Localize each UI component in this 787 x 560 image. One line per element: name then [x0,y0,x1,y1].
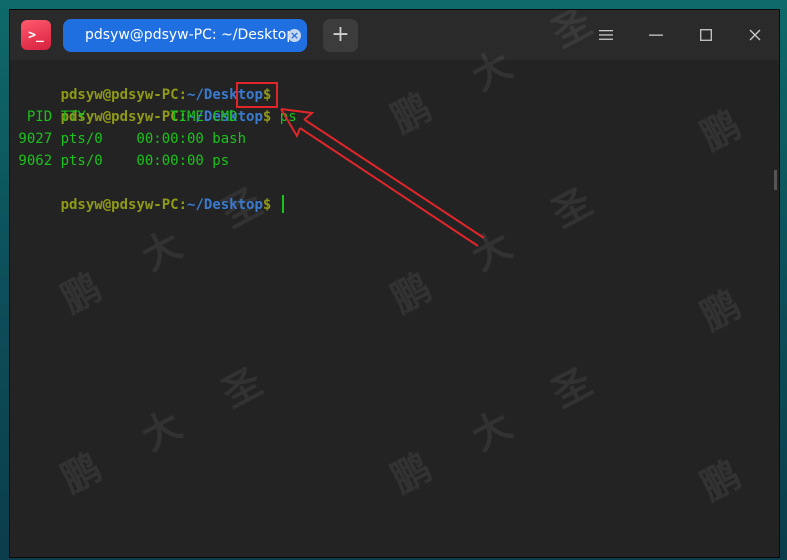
terminal-app-icon: >_ [21,20,51,50]
terminal-line-current: pdsyw@pdsyw-PC:~/Desktop$ [10,172,284,213]
watermark: 鹏 [693,452,748,509]
prompt-dollar: $ [262,109,272,125]
output-header: PID TTY TIME CMD [10,109,238,125]
prompt-path: ~/Desktop [187,197,263,213]
scrollbar[interactable] [774,170,777,190]
typed-command: ps [279,109,297,125]
minimize-icon[interactable] [642,22,670,48]
hamburger-menu-icon[interactable] [592,22,620,48]
add-tab-button[interactable]: + [323,19,358,52]
terminal-body[interactable]: 鹏 大 圣 鹏 大 圣 鹏 大 圣 鹏 鹏 鹏 大 圣 鹏 大 圣 鹏 pdsy… [10,10,779,557]
text-cursor [281,195,284,213]
output-line: 9062 pts/0 00:00:00 ps [10,153,230,169]
output-line: 9027 pts/0 00:00:00 bash [10,131,247,147]
prompt-dollar: $ [262,197,272,213]
terminal-window: >_ pdsyw@pdsyw-PC: ~/Desktop × + 鹏 大 圣 鹏… [9,9,780,558]
close-icon[interactable] [741,22,769,48]
maximize-icon[interactable] [692,22,720,48]
title-bar: >_ pdsyw@pdsyw-PC: ~/Desktop × + [10,10,779,60]
annotation-highlight-box [236,82,278,108]
tab-close-icon[interactable]: × [288,29,301,42]
terminal-line-prompt: pdsyw@pdsyw-PC:~/Desktop$ [10,62,272,103]
watermark: 鹏 [693,282,748,339]
watermark: 鹏 大 圣 [384,179,599,322]
watermark: 鹏 [693,102,748,159]
watermark: 鹏 大 圣 [54,359,269,502]
tab-title: pdsyw@pdsyw-PC: ~/Desktop [85,27,296,43]
tab-terminal[interactable]: pdsyw@pdsyw-PC: ~/Desktop × [63,19,307,52]
watermark: 鹏 大 圣 [384,359,599,502]
prompt-colon: : [178,197,188,213]
prompt-user: pdsyw@pdsyw-PC [60,197,179,213]
